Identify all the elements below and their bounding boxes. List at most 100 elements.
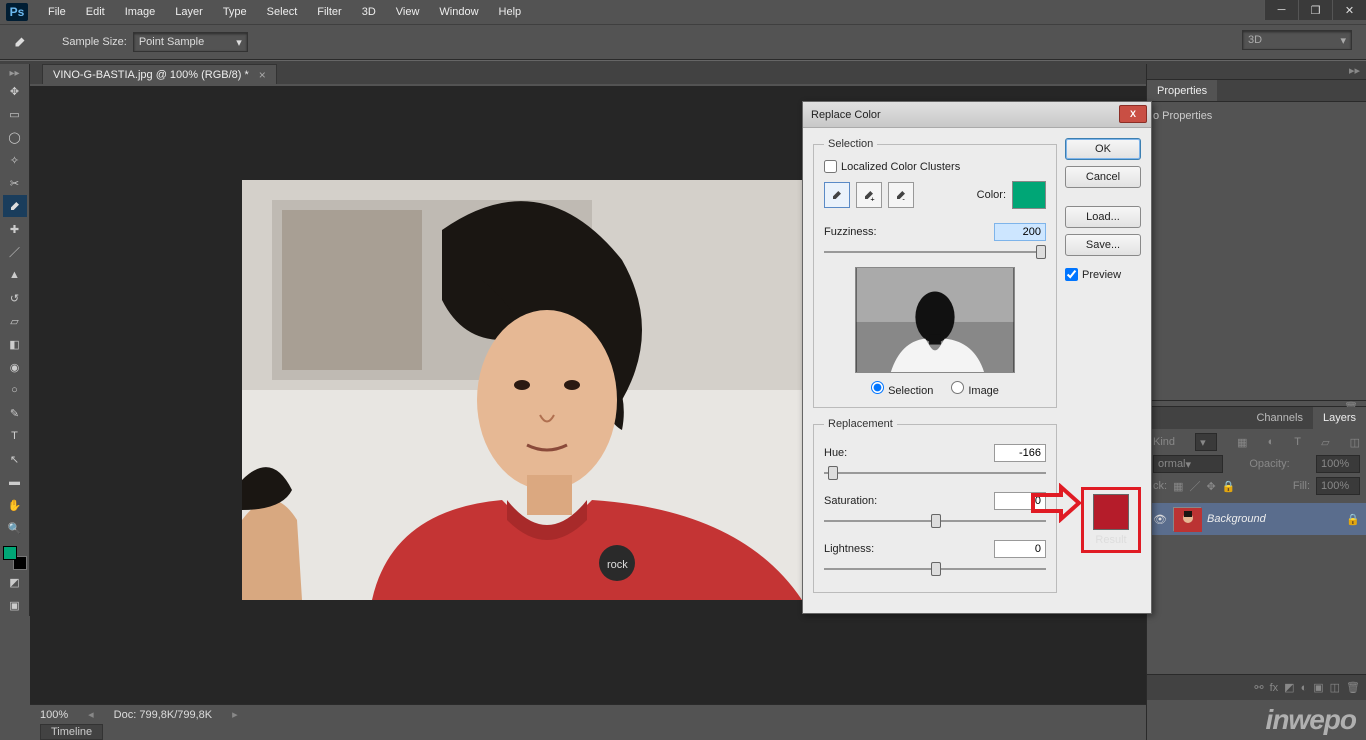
fx-icon[interactable]: fx — [1270, 682, 1279, 694]
lock-all-icon[interactable]: 🔒 — [1222, 480, 1236, 493]
menu-help[interactable]: Help — [489, 0, 532, 24]
dodge-tool-icon[interactable]: ○ — [3, 379, 27, 401]
save-button[interactable]: Save... — [1065, 234, 1141, 256]
visibility-icon[interactable]: 👁 — [1153, 513, 1167, 526]
layers-tab[interactable]: Layers — [1313, 407, 1366, 429]
menu-type[interactable]: Type — [213, 0, 257, 24]
window-restore-icon[interactable]: ❐ — [1298, 0, 1332, 20]
pen-tool-icon[interactable]: ✎ — [3, 402, 27, 424]
opacity-select[interactable]: 100% — [1316, 455, 1360, 473]
menu-image[interactable]: Image — [115, 0, 166, 24]
layer-item-background[interactable]: 👁 Background 🔒 — [1147, 503, 1366, 535]
lightness-input[interactable] — [994, 540, 1046, 558]
hand-tool-icon[interactable]: ✋ — [3, 494, 27, 516]
localized-checkbox[interactable] — [824, 160, 837, 173]
eyedropper-tool-icon[interactable] — [3, 195, 27, 217]
zoom-tool-icon[interactable]: 🔍 — [3, 517, 27, 539]
preview-checkbox[interactable] — [1065, 268, 1078, 281]
menu-window[interactable]: Window — [429, 0, 488, 24]
tools-collapse-icon[interactable]: ▸▸ — [9, 68, 19, 79]
load-button[interactable]: Load... — [1065, 206, 1141, 228]
filter-type-icon[interactable]: T — [1294, 436, 1301, 448]
window-close-icon[interactable]: ✕ — [1332, 0, 1366, 20]
zoom-level[interactable]: 100% — [40, 709, 68, 721]
filter-smart-icon[interactable]: ◫ — [1350, 436, 1360, 449]
menu-layer[interactable]: Layer — [165, 0, 213, 24]
radio-selection-input[interactable] — [871, 381, 884, 394]
adjustment-icon[interactable]: ◐ — [1301, 682, 1308, 694]
stamp-tool-icon[interactable]: ▲ — [3, 264, 27, 286]
mask-icon[interactable]: ◩ — [1284, 681, 1294, 694]
eyedropper-add-button[interactable]: + — [856, 182, 882, 208]
crop-tool-icon[interactable]: ✂ — [3, 172, 27, 194]
menu-3d[interactable]: 3D — [352, 0, 386, 24]
lock-pos-icon[interactable]: ✥ — [1206, 480, 1215, 493]
filter-pixel-icon[interactable]: ▦ — [1237, 436, 1247, 449]
lock-trans-icon[interactable]: ▦ — [1173, 480, 1183, 493]
saturation-slider[interactable] — [824, 512, 1046, 530]
heal-tool-icon[interactable]: ✚ — [3, 218, 27, 240]
history-brush-tool-icon[interactable]: ↺ — [3, 287, 27, 309]
scroll-arrow-icon[interactable]: ◂ — [88, 708, 94, 721]
source-color-swatch[interactable] — [1012, 181, 1046, 209]
menu-filter[interactable]: Filter — [307, 0, 351, 24]
lock-paint-icon[interactable]: ／ — [1189, 478, 1200, 494]
layer-thumbnail[interactable] — [1173, 507, 1201, 531]
blur-tool-icon[interactable]: ◉ — [3, 356, 27, 378]
hue-input[interactable] — [994, 444, 1046, 462]
gradient-tool-icon[interactable]: ◧ — [3, 333, 27, 355]
dialog-title-bar[interactable]: Replace Color X — [803, 102, 1151, 128]
sample-size-select[interactable]: Point Sample ▾ — [133, 32, 248, 52]
magic-wand-tool-icon[interactable]: ✧ — [3, 149, 27, 171]
shape-tool-icon[interactable]: ▬ — [3, 471, 27, 493]
menu-view[interactable]: View — [386, 0, 430, 24]
group-icon[interactable]: ▣ — [1313, 681, 1323, 694]
doc-tab[interactable]: VINO-G-BASTIA.jpg @ 100% (RGB/8) * × — [42, 64, 277, 84]
menu-edit[interactable]: Edit — [76, 0, 115, 24]
lasso-tool-icon[interactable]: ◯ — [3, 126, 27, 148]
radio-image[interactable]: Image — [951, 381, 999, 397]
lightness-slider[interactable] — [824, 560, 1046, 578]
result-color-swatch[interactable] — [1093, 494, 1129, 530]
fill-select[interactable]: 100% — [1316, 477, 1360, 495]
kind-select[interactable]: ▾ — [1195, 433, 1217, 451]
ok-button[interactable]: OK — [1065, 138, 1141, 160]
filter-adjust-icon[interactable]: ◐ — [1268, 436, 1275, 448]
blend-mode-select[interactable]: ormal ▾ — [1153, 455, 1223, 473]
blend-mode-value: ormal — [1158, 458, 1186, 470]
radio-image-input[interactable] — [951, 381, 964, 394]
mode-3d-select[interactable]: 3D ▾ — [1242, 30, 1352, 50]
marquee-tool-icon[interactable]: ▭ — [3, 103, 27, 125]
eyedropper-sub-button[interactable]: - — [888, 182, 914, 208]
timeline-tab[interactable]: Timeline — [40, 724, 103, 740]
properties-tab[interactable]: Properties — [1147, 80, 1217, 101]
channels-tab[interactable]: Channels — [1246, 407, 1312, 429]
path-tool-icon[interactable]: ↖ — [3, 448, 27, 470]
menu-file[interactable]: File — [38, 0, 76, 24]
eyedropper-button[interactable] — [824, 182, 850, 208]
radio-selection[interactable]: Selection — [871, 381, 933, 397]
move-tool-icon[interactable]: ✥ — [3, 80, 27, 102]
lock-icon[interactable]: 🔒 — [1346, 513, 1360, 526]
eraser-tool-icon[interactable]: ▱ — [3, 310, 27, 332]
type-tool-icon[interactable]: T — [3, 425, 27, 447]
fuzziness-slider[interactable] — [824, 243, 1046, 261]
chevron-right-icon[interactable]: ▸ — [232, 708, 238, 721]
filter-shape-icon[interactable]: ▱ — [1321, 436, 1329, 449]
new-layer-icon[interactable]: ◫ — [1330, 681, 1340, 694]
fuzziness-input[interactable] — [994, 223, 1046, 241]
dialog-close-button[interactable]: X — [1119, 105, 1147, 123]
cancel-button[interactable]: Cancel — [1065, 166, 1141, 188]
window-minimize-icon[interactable]: ─ — [1264, 0, 1298, 20]
delete-icon[interactable]: 🗑 — [1346, 681, 1360, 694]
brush-tool-icon[interactable]: ／ — [3, 241, 27, 263]
screenmode-tool-icon[interactable]: ▣ — [3, 594, 27, 616]
link-icon[interactable]: ⚯ — [1254, 681, 1263, 694]
menu-select[interactable]: Select — [257, 0, 308, 24]
hue-slider[interactable] — [824, 464, 1046, 482]
close-icon[interactable]: × — [259, 68, 266, 82]
foreground-color-swatch[interactable] — [3, 546, 17, 560]
color-swatches[interactable] — [3, 546, 27, 570]
panel-collapse-bar[interactable]: ▸▸ — [1147, 64, 1366, 80]
quickmask-tool-icon[interactable]: ◩ — [3, 571, 27, 593]
